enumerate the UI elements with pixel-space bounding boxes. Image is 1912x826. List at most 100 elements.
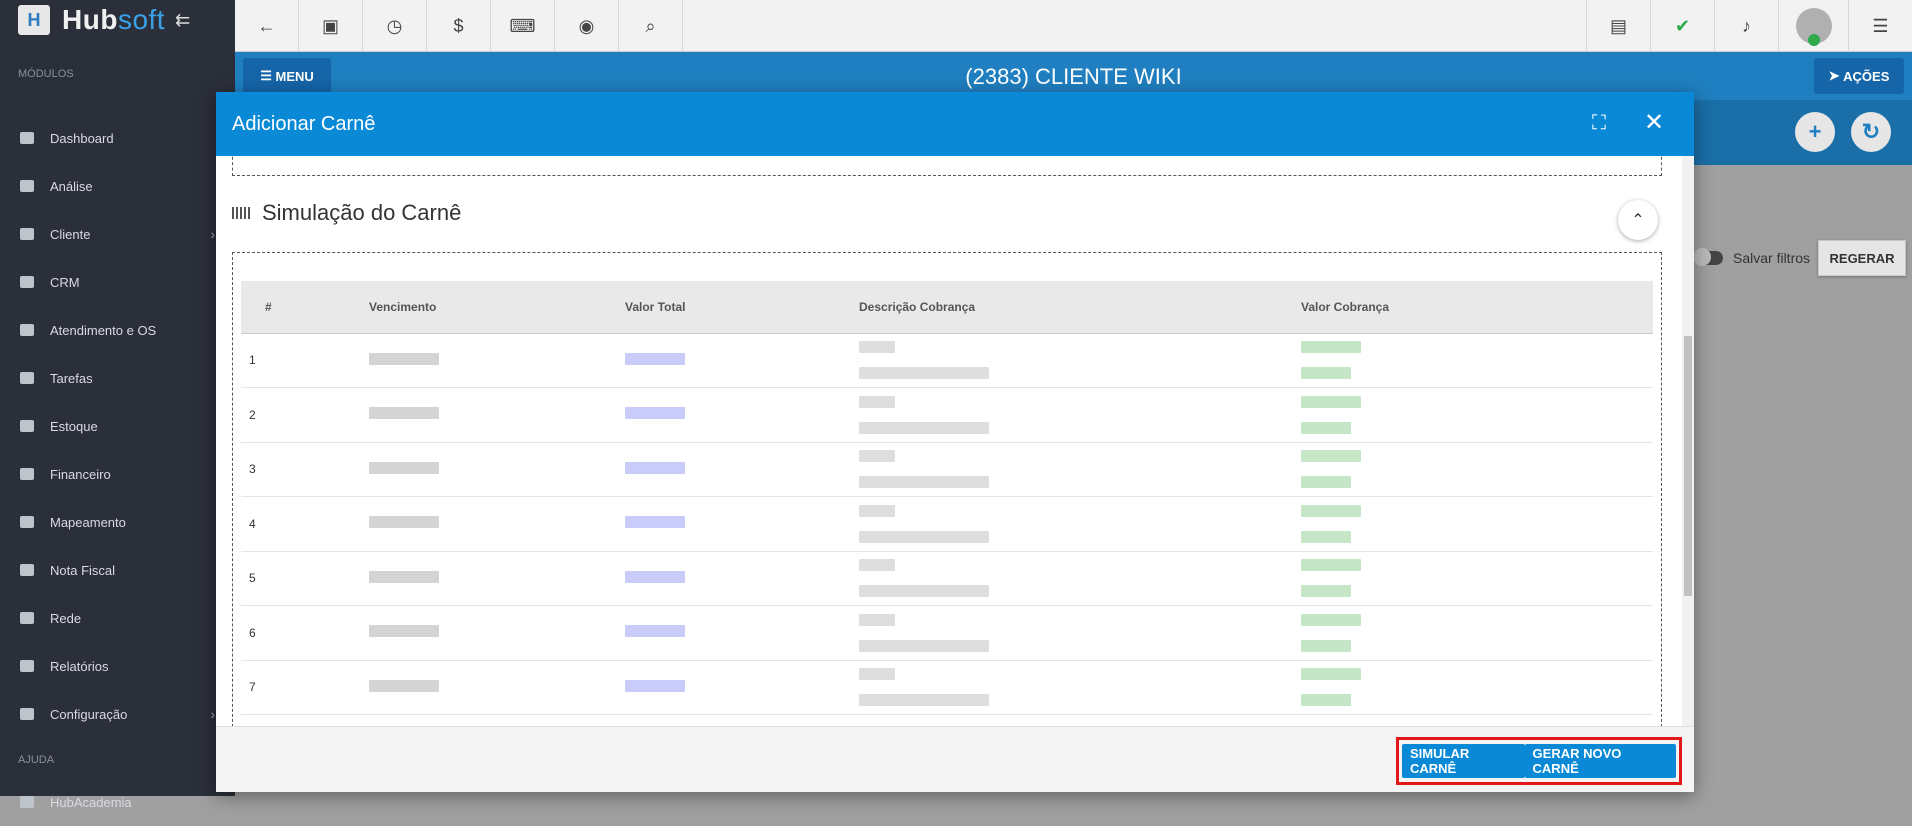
modal-footer: SIMULAR CARNÊ GERAR NOVO CARNÊ	[216, 726, 1694, 792]
sidebar-item-label: Atendimento e OS	[50, 322, 157, 338]
generate-carne-button[interactable]: GERAR NOVO CARNÊ	[1524, 744, 1676, 778]
actions-button[interactable]: ➤ AÇÕES	[1814, 58, 1904, 94]
previous-section-box	[232, 156, 1662, 176]
redacted-value	[1301, 341, 1361, 354]
section-modules: MÓDULOS	[18, 68, 74, 80]
fullscreen-icon[interactable]: ⛶	[1592, 112, 1606, 135]
column-header: Valor Cobrança	[1301, 281, 1653, 334]
redacted-value	[1301, 639, 1351, 652]
redacted-total	[625, 570, 685, 583]
contact-card-icon[interactable]: ▣	[299, 0, 363, 52]
modal-header: Adicionar Carnê ⛶ ✕	[216, 92, 1694, 156]
sidebar: H Hubsoft ⇇ MÓDULOS Dashboard Análise Clie…	[0, 0, 235, 810]
table-row: 1	[241, 333, 1653, 388]
redacted-value	[1301, 504, 1361, 517]
collapse-section-button[interactable]: ⌃	[1618, 200, 1658, 240]
table-row: 2	[241, 387, 1653, 443]
redacted-text	[859, 421, 989, 434]
nav-icon	[20, 564, 34, 576]
save-filters-toggle[interactable]	[1693, 248, 1723, 266]
list-menu-icon[interactable]: ☰	[1848, 0, 1912, 52]
sidebar-item-hubacademia[interactable]: HubAcademia	[0, 778, 235, 826]
sidebar-item-mapeamento[interactable]: Mapeamento	[0, 498, 235, 546]
redacted-text	[859, 395, 895, 408]
table-row: 4	[241, 496, 1653, 552]
nav-icon	[20, 276, 34, 288]
redacted-date	[369, 625, 439, 638]
redacted-value	[1301, 530, 1351, 543]
barcode-icon	[232, 207, 252, 219]
table-row: 3	[241, 442, 1653, 497]
redacted-value	[1301, 367, 1351, 380]
eye-icon[interactable]: ◉	[555, 0, 619, 52]
sidebar-item-estoque[interactable]: Estoque	[0, 402, 235, 450]
nav-icon	[20, 372, 34, 384]
column-header: Vencimento	[369, 281, 625, 334]
redacted-text	[859, 476, 989, 489]
chevron-right-icon: ›	[210, 226, 215, 242]
section-header: Simulação do Carnê	[232, 200, 461, 226]
redacted-date	[369, 352, 439, 365]
simulation-box: # Vencimento Valor Total Descrição Cobrança…	[232, 252, 1662, 726]
sidebar-item-label: Tarefas	[50, 370, 93, 386]
column-header: Descrição Cobrança	[859, 281, 1301, 334]
row-number: 5	[241, 551, 369, 606]
redacted-text	[859, 367, 989, 380]
add-carne-modal: Adicionar Carnê ⛶ ✕ Simulação do Carnê ⌃…	[216, 92, 1694, 792]
pdf-icon[interactable]: ▤	[1586, 0, 1650, 52]
nav-icon	[20, 420, 34, 432]
column-header: Valor Total	[625, 281, 859, 334]
task-check-icon[interactable]: ✔	[1650, 0, 1714, 52]
table-row: 5	[241, 551, 1653, 606]
redacted-value	[1301, 559, 1361, 572]
redacted-value	[1301, 613, 1361, 626]
user-avatar[interactable]	[1778, 0, 1848, 52]
sidebar-item-cliente[interactable]: Cliente ›	[0, 210, 235, 258]
back-arrow-icon[interactable]: ←	[235, 0, 299, 52]
refresh-button[interactable]: ↻	[1851, 112, 1891, 152]
redacted-value	[1301, 476, 1351, 489]
calendar-clock-icon[interactable]: ◷	[363, 0, 427, 52]
collapse-sidebar-icon[interactable]: ⇇	[175, 10, 190, 31]
redacted-value	[1301, 450, 1361, 463]
terminal-icon[interactable]: ⌨	[491, 0, 555, 52]
redacted-text	[859, 450, 895, 463]
sidebar-item-dashboard[interactable]: Dashboard	[0, 114, 235, 162]
row-number: 2	[241, 387, 369, 443]
sidebar-item-configura-o[interactable]: Configuração ›	[0, 690, 235, 738]
save-filters-label: Salvar filtros	[1733, 250, 1811, 266]
dollar-icon[interactable]: $	[427, 0, 491, 52]
simulation-table: # Vencimento Valor Total Descrição Cobrança…	[241, 281, 1653, 715]
simulate-carne-button[interactable]: SIMULAR CARNÊ	[1402, 744, 1525, 778]
sidebar-item-rede[interactable]: Rede	[0, 594, 235, 642]
bell-icon[interactable]: ♪	[1714, 0, 1778, 52]
redacted-text	[859, 585, 989, 598]
sidebar-item-label: Cliente	[50, 226, 91, 242]
sidebar-item-label: Estoque	[50, 418, 98, 434]
sidebar-item-an-lise[interactable]: Análise	[0, 162, 235, 210]
sidebar-item-tarefas[interactable]: Tarefas	[0, 354, 235, 402]
sidebar-item-atendimento-e-os[interactable]: Atendimento e OS	[0, 306, 235, 354]
regenerate-button[interactable]: REGERAR	[1818, 240, 1907, 276]
close-icon[interactable]: ✕	[1644, 108, 1664, 137]
add-button[interactable]: +	[1795, 112, 1835, 152]
redacted-total	[625, 516, 685, 529]
redacted-total	[625, 407, 685, 420]
nav-icon	[20, 516, 34, 528]
redacted-value	[1301, 585, 1351, 598]
redacted-total	[625, 352, 685, 365]
academia-icon	[20, 796, 34, 808]
search-icon[interactable]: ⌕	[619, 0, 683, 52]
redacted-date	[369, 516, 439, 529]
redacted-text	[859, 530, 989, 543]
modal-scrollbar[interactable]	[1682, 156, 1694, 726]
sidebar-item-nota-fiscal[interactable]: Nota Fiscal	[0, 546, 235, 594]
sidebar-item-label: CRM	[50, 274, 80, 290]
nav-icon	[20, 660, 34, 672]
redacted-text	[859, 694, 989, 707]
sidebar-item-label: Financeiro	[50, 466, 111, 482]
sidebar-item-financeiro[interactable]: Financeiro	[0, 450, 235, 498]
sidebar-item-relat-rios[interactable]: Relatórios	[0, 642, 235, 690]
logo-bar: H Hubsoft ⇇	[0, 0, 235, 40]
sidebar-item-crm[interactable]: CRM	[0, 258, 235, 306]
